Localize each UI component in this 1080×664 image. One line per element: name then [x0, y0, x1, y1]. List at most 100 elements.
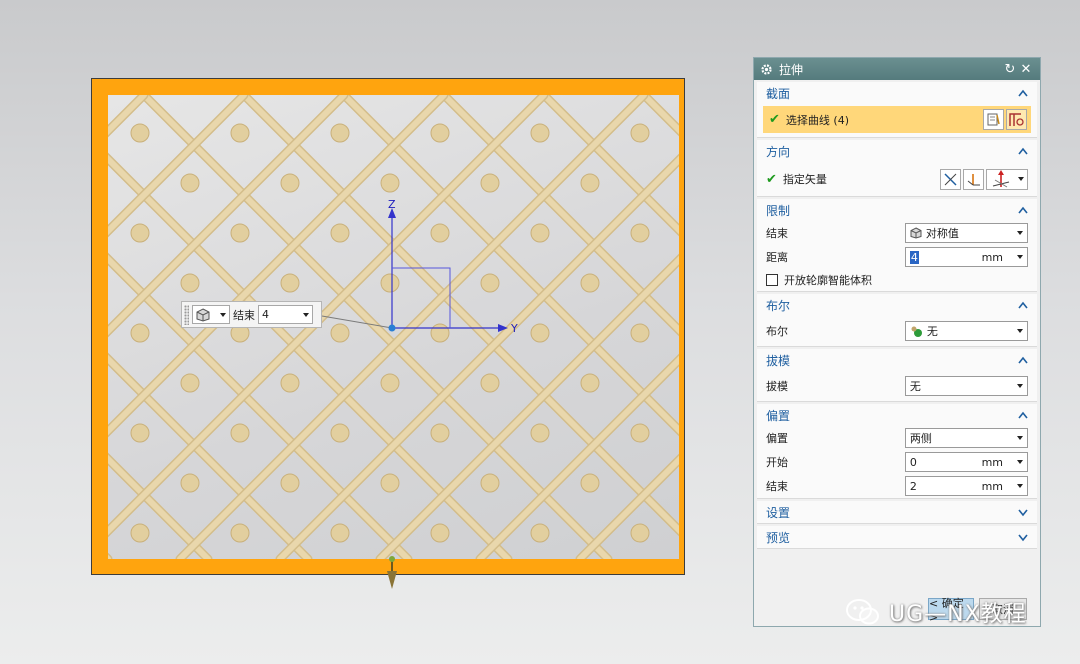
boolean-row: 布尔 无 — [757, 316, 1037, 346]
end-label: 结束 — [766, 227, 788, 240]
distance-row: 距离 4 mm — [757, 245, 1037, 269]
select-curve-label: 选择曲线 (4) — [785, 113, 849, 127]
graphics-viewport[interactable]: Z Y 结束 4 — [0, 0, 745, 664]
distance-input[interactable]: 4 mm — [904, 247, 1028, 267]
boolean-value: 无 — [926, 325, 938, 338]
draft-label: 拔模 — [766, 380, 788, 393]
offset-type-value: 两侧 — [909, 432, 932, 445]
section-title: 拔模 — [766, 353, 791, 368]
chevron-up-icon[interactable] — [1017, 299, 1029, 311]
check-icon: ✔ — [769, 112, 780, 127]
chevron-down-icon — [1017, 177, 1024, 181]
offset-end-input[interactable]: 2 mm — [904, 476, 1028, 496]
reset-icon[interactable]: ↻ — [1002, 62, 1018, 77]
specify-vector-row[interactable]: ✔ 指定矢量 — [757, 162, 1037, 196]
section-header[interactable]: 预览 — [757, 526, 1037, 548]
dialog-titlebar[interactable]: 拉伸 ↻ ✕ — [754, 58, 1040, 80]
boolean-label: 布尔 — [766, 325, 788, 338]
section-header[interactable]: 方向 — [757, 140, 1037, 162]
sketch-icon — [1009, 113, 1024, 126]
distance-unit: mm — [981, 250, 1003, 264]
float-end-label: 结束 — [233, 308, 255, 322]
dynamic-input-box[interactable]: 结束 4 — [181, 301, 322, 328]
settings-gear-icon[interactable] — [760, 63, 773, 76]
lattice-knot — [480, 473, 500, 493]
offset-start-value: 0 — [909, 455, 917, 469]
section-header[interactable]: 截面 — [757, 82, 1037, 104]
chevron-down-icon[interactable] — [1017, 506, 1029, 518]
offset-label: 偏置 — [766, 432, 788, 445]
chevron-up-icon[interactable] — [1017, 204, 1029, 216]
lattice-knot — [180, 173, 200, 193]
lattice-knot — [180, 273, 200, 293]
section-header[interactable]: 拔模 — [757, 349, 1037, 371]
lattice-knot — [530, 423, 550, 443]
extrude-direction-arrow[interactable] — [384, 555, 400, 591]
curve-button[interactable] — [983, 109, 1004, 130]
lattice-knot — [630, 123, 650, 143]
chevron-up-icon[interactable] — [1017, 354, 1029, 366]
section-header[interactable]: 限制 — [757, 199, 1037, 221]
offset-start-input[interactable]: 0 mm — [904, 452, 1028, 472]
vector-dialog-button[interactable] — [963, 168, 984, 190]
end-type-select[interactable]: 对称值 — [904, 223, 1028, 243]
check-icon: ✔ — [766, 171, 777, 187]
float-end-value-input[interactable]: 4 — [258, 305, 313, 324]
section-draft: 拔模 拔模 无 — [757, 349, 1037, 402]
lattice-knot — [530, 523, 550, 543]
distance-value: 4 — [909, 250, 919, 264]
offset-type-select[interactable]: 两侧 — [904, 428, 1028, 448]
lattice-knot — [330, 423, 350, 443]
end-type-value: 对称值 — [925, 227, 959, 240]
lattice-knot — [480, 273, 500, 293]
distance-label: 距离 — [766, 251, 788, 264]
chevron-down-icon[interactable] — [1017, 531, 1029, 543]
solid-cube-icon — [196, 307, 210, 322]
dialog-title: 拉伸 — [779, 62, 804, 77]
drag-grip[interactable] — [184, 304, 189, 325]
chevron-down-icon — [1017, 384, 1023, 388]
open-profile-checkbox[interactable] — [766, 274, 778, 286]
lattice-knot — [480, 373, 500, 393]
offset-end-value: 2 — [909, 479, 917, 493]
section-header[interactable]: 布尔 — [757, 294, 1037, 316]
lattice-knot — [280, 373, 300, 393]
lattice-knot — [480, 173, 500, 193]
boolean-none-icon — [911, 326, 922, 337]
lattice-knot — [380, 373, 400, 393]
section-title: 限制 — [766, 203, 791, 218]
lattice-knot — [180, 373, 200, 393]
watermark: UG—NX教程 — [845, 596, 1027, 628]
section-boolean: 布尔 布尔 无 — [757, 294, 1037, 347]
sketch-button[interactable] — [1006, 109, 1027, 130]
lattice-knot — [330, 323, 350, 343]
chevron-down-icon — [1017, 255, 1023, 259]
extrude-dialog: 拉伸 ↻ ✕ 截面 ✔ 选择曲线 (4) 方向 ✔ 指定矢量 限制 结束 对称值… — [753, 57, 1041, 627]
select-curve-row[interactable]: ✔ 选择曲线 (4) — [763, 106, 1031, 133]
chevron-up-icon[interactable] — [1017, 87, 1029, 99]
lattice-knot — [130, 323, 150, 343]
open-profile-row: 开放轮廓智能体积 — [757, 269, 1037, 291]
section-offset: 偏置 偏置 两侧 开始 0 mm 结束 2 mm — [757, 404, 1037, 499]
lattice-knot — [380, 473, 400, 493]
lattice-knot — [580, 373, 600, 393]
section-direction: 方向 ✔ 指定矢量 — [757, 140, 1037, 197]
lattice-knot — [230, 523, 250, 543]
lattice-knot — [580, 173, 600, 193]
lattice-knot — [430, 223, 450, 243]
lattice-knot — [280, 173, 300, 193]
close-icon[interactable]: ✕ — [1018, 62, 1034, 77]
section-header[interactable]: 偏置 — [757, 404, 1037, 426]
boolean-select[interactable]: 无 — [904, 321, 1028, 341]
lattice-knot — [380, 173, 400, 193]
chevron-up-icon[interactable] — [1017, 145, 1029, 157]
vector-type-select[interactable] — [986, 168, 1028, 190]
section-header[interactable]: 设置 — [757, 501, 1037, 523]
offset-start-unit: mm — [981, 455, 1003, 469]
chevron-up-icon[interactable] — [1017, 409, 1029, 421]
lattice-knot — [230, 123, 250, 143]
chevron-down-icon — [1017, 460, 1023, 464]
draft-select[interactable]: 无 — [904, 376, 1028, 396]
float-end-type-select[interactable] — [192, 305, 230, 324]
reverse-direction-button[interactable] — [940, 168, 961, 190]
